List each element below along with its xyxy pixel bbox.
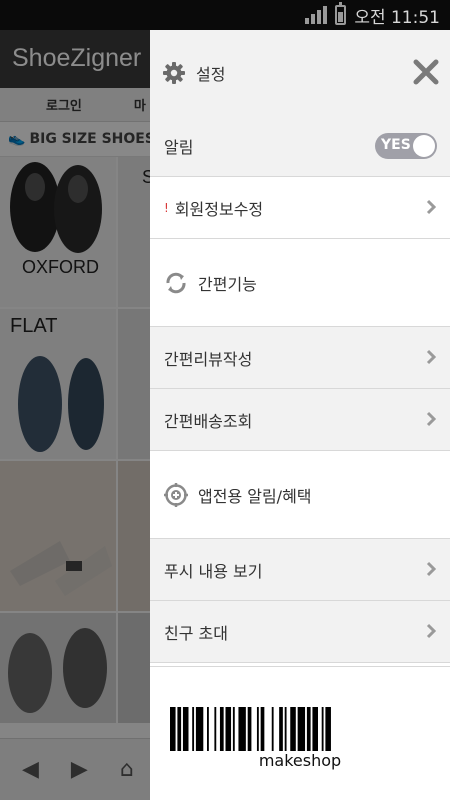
barcode-bar bbox=[182, 707, 189, 751]
status-time: 오전 11:51 bbox=[354, 7, 440, 28]
barcode-bar bbox=[214, 707, 217, 751]
status-bar: 오전 11:51 bbox=[0, 0, 450, 30]
barcode-image bbox=[170, 707, 331, 751]
barcode-bar bbox=[297, 707, 306, 751]
push-view-row[interactable]: 푸시 내용 보기 bbox=[150, 539, 450, 601]
barcode-bar bbox=[279, 707, 283, 751]
alert-icon: ! bbox=[164, 200, 169, 215]
barcode-bar bbox=[195, 707, 204, 751]
chevron-right-icon bbox=[426, 199, 436, 215]
barcode-bar bbox=[225, 707, 232, 751]
quick-delivery-label: 간편배송조회 bbox=[164, 411, 253, 431]
battery-icon bbox=[335, 2, 347, 25]
drawer-header: 설정 bbox=[150, 30, 450, 115]
barcode-bar bbox=[260, 707, 265, 751]
barcode-bar bbox=[256, 707, 259, 751]
quick-review-label: 간편리뷰작성 bbox=[164, 349, 253, 369]
barcode-bar bbox=[284, 707, 287, 751]
chevron-right-icon bbox=[426, 623, 436, 639]
barcode-bar bbox=[177, 707, 182, 751]
settings-drawer: 설정 알림 YES ! 회원정보수정 간편기능 간편리뷰작성 간편배송조회 앱전… bbox=[150, 30, 450, 800]
barcode-bar bbox=[312, 707, 318, 751]
quick-section-label: 간편기능 bbox=[198, 274, 257, 294]
barcode-area: makeshop bbox=[150, 666, 450, 800]
chevron-right-icon bbox=[426, 349, 436, 365]
chevron-right-icon bbox=[426, 561, 436, 577]
member-edit-label: 회원정보수정 bbox=[174, 199, 264, 219]
barcode-bar bbox=[290, 707, 296, 751]
toggle-state: YES bbox=[381, 137, 411, 153]
close-icon[interactable] bbox=[412, 58, 440, 86]
alarm-toggle[interactable]: YES bbox=[375, 133, 437, 159]
barcode-bar bbox=[321, 707, 324, 751]
barcode-bar bbox=[247, 707, 252, 751]
barcode-bar bbox=[238, 707, 246, 751]
target-plus-icon bbox=[164, 482, 188, 507]
toggle-knob bbox=[413, 135, 435, 157]
barcode-bar bbox=[219, 707, 224, 751]
barcode-bar bbox=[192, 707, 195, 751]
settings-title: 설정 bbox=[196, 64, 226, 84]
quick-section-header: 간편기능 bbox=[150, 239, 450, 327]
quick-delivery-row[interactable]: 간편배송조회 bbox=[150, 389, 450, 451]
sync-icon bbox=[166, 272, 186, 293]
app-section-label: 앱전용 알림/혜택 bbox=[198, 486, 312, 506]
push-view-label: 푸시 내용 보기 bbox=[164, 561, 263, 581]
dim-overlay[interactable] bbox=[0, 30, 150, 800]
barcode-bar bbox=[207, 707, 209, 751]
chevron-right-icon bbox=[426, 411, 436, 427]
barcode-bar bbox=[306, 707, 311, 751]
member-edit-row[interactable]: ! 회원정보수정 bbox=[150, 177, 450, 239]
invite-label: 친구 초대 bbox=[164, 623, 228, 643]
alarm-label: 알림 bbox=[164, 137, 194, 157]
quick-review-row[interactable]: 간편리뷰작성 bbox=[150, 327, 450, 389]
barcode-label: makeshop bbox=[258, 751, 342, 770]
barcode-bar bbox=[325, 707, 331, 751]
alarm-row: 알림 YES bbox=[150, 115, 450, 177]
barcode-bar bbox=[170, 707, 176, 751]
barcode-bar bbox=[232, 707, 235, 751]
invite-row[interactable]: 친구 초대 bbox=[150, 601, 450, 663]
gear-icon bbox=[163, 61, 185, 84]
barcode-bar bbox=[271, 707, 274, 751]
app-section-header: 앱전용 알림/혜택 bbox=[150, 451, 450, 539]
signal-icon bbox=[305, 6, 328, 24]
